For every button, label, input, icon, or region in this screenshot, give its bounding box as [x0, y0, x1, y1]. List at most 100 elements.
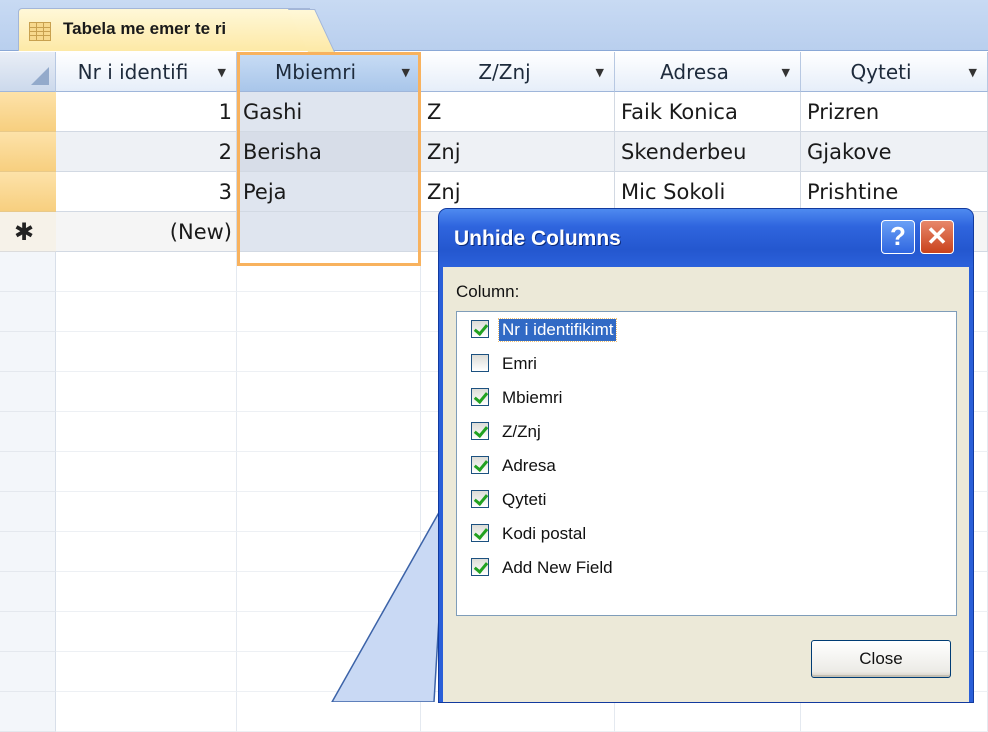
- checkbox[interactable]: [471, 524, 489, 542]
- help-button[interactable]: ?: [881, 220, 915, 254]
- select-all-corner[interactable]: [0, 52, 56, 92]
- empty-record-selector: [0, 492, 56, 532]
- item-label: Add New Field: [502, 558, 613, 577]
- column-header-mbiemri[interactable]: Mbiemri ▼: [237, 52, 421, 92]
- empty-record-selector: [0, 332, 56, 372]
- unhide-columns-dialog: Unhide Columns ? ✕ Column: Nr i identifi…: [439, 209, 973, 702]
- empty-cell: [56, 532, 237, 572]
- table-cell[interactable]: Z: [421, 92, 615, 132]
- empty-cell: [237, 252, 421, 292]
- dialog-body: Column: Nr i identifikimt Emri Mbiemri Z…: [443, 267, 969, 702]
- checkbox[interactable]: [471, 320, 489, 338]
- item-label: Adresa: [502, 456, 556, 475]
- table-cell[interactable]: Znj: [421, 172, 615, 212]
- column-header-qyteti[interactable]: Qyteti ▼: [801, 52, 988, 92]
- checkbox[interactable]: [471, 490, 489, 508]
- empty-cell: [56, 252, 237, 292]
- empty-cell: [237, 652, 421, 692]
- empty-cell: [237, 612, 421, 652]
- new-record-placeholder: (New): [169, 220, 232, 244]
- empty-cell: [237, 372, 421, 412]
- dropdown-arrow-icon[interactable]: ▼: [596, 66, 604, 79]
- table-cell[interactable]: Znj: [421, 132, 615, 172]
- cell-text: Faik Konica: [621, 100, 738, 124]
- item-label: Z/Znj: [502, 422, 541, 441]
- table-tab[interactable]: Tabela me emer te ri: [18, 8, 310, 51]
- table-cell[interactable]: 3: [56, 172, 237, 212]
- table-cell[interactable]: Peja: [237, 172, 421, 212]
- checkbox[interactable]: [471, 558, 489, 576]
- empty-cell: [237, 332, 421, 372]
- column-checklist[interactable]: Nr i identifikimt Emri Mbiemri Z/Znj Adr…: [456, 311, 957, 616]
- table-cell[interactable]: [237, 212, 421, 252]
- checkbox[interactable]: [471, 456, 489, 474]
- dialog-title-bar[interactable]: Unhide Columns ? ✕: [439, 209, 973, 267]
- table-cell[interactable]: Prishtine: [801, 172, 988, 212]
- table-cell[interactable]: Mic Sokoli: [615, 172, 801, 212]
- column-header-adresa[interactable]: Adresa ▼: [615, 52, 801, 92]
- empty-cell: [56, 332, 237, 372]
- empty-cell: [237, 532, 421, 572]
- empty-record-selector: [0, 572, 56, 612]
- empty-cell: [237, 692, 421, 732]
- empty-cell: [237, 572, 421, 612]
- cell-text: Berisha: [243, 140, 322, 164]
- column-header-label: Adresa: [660, 60, 729, 84]
- close-button[interactable]: Close: [811, 640, 951, 678]
- empty-record-selector: [0, 652, 56, 692]
- column-header-label: Nr i identifi: [77, 60, 189, 84]
- dropdown-arrow-icon[interactable]: ▼: [782, 66, 790, 79]
- column-header-z-znj[interactable]: Z/Znj ▼: [421, 52, 615, 92]
- column-list-label: Column:: [456, 282, 520, 301]
- column-header-id[interactable]: Nr i identifi ▼: [56, 52, 237, 92]
- record-selector[interactable]: [0, 172, 56, 212]
- item-label: Qyteti: [502, 490, 547, 509]
- empty-cell: [56, 612, 237, 652]
- dropdown-arrow-icon[interactable]: ▼: [402, 66, 410, 79]
- table-cell[interactable]: Skenderbeu: [615, 132, 801, 172]
- empty-record-selector: [0, 612, 56, 652]
- table-tab-label: Tabela me emer te ri: [63, 19, 227, 38]
- table-cell[interactable]: (New): [56, 212, 237, 252]
- empty-cell: [56, 652, 237, 692]
- table-cell[interactable]: Faik Konica: [615, 92, 801, 132]
- empty-cell: [237, 452, 421, 492]
- empty-cell: [56, 372, 237, 412]
- empty-cell: [56, 572, 237, 612]
- table-cell[interactable]: Berisha: [237, 132, 421, 172]
- empty-record-selector: [0, 452, 56, 492]
- item-label: Kodi postal: [502, 524, 587, 543]
- empty-cell: [56, 692, 237, 732]
- record-selector[interactable]: [0, 92, 56, 132]
- column-header-label: Z/Znj: [478, 60, 531, 84]
- checkbox[interactable]: [471, 422, 489, 440]
- table-cell[interactable]: 1: [56, 92, 237, 132]
- dropdown-arrow-icon[interactable]: ▼: [218, 66, 226, 79]
- cell-text: Gjakove: [807, 140, 892, 164]
- empty-cell: [237, 412, 421, 452]
- item-label: Mbiemri: [502, 388, 563, 407]
- new-record-selector[interactable]: ✱: [0, 212, 56, 252]
- column-header-label: Mbiemri: [274, 60, 357, 84]
- empty-cell: [237, 292, 421, 332]
- empty-cell: [56, 412, 237, 452]
- dropdown-arrow-icon[interactable]: ▼: [969, 66, 977, 79]
- table-icon: [29, 22, 51, 41]
- checkbox[interactable]: [471, 354, 489, 372]
- table-cell[interactable]: Gjakove: [801, 132, 988, 172]
- checkbox[interactable]: [471, 388, 489, 406]
- close-icon[interactable]: ✕: [920, 220, 954, 254]
- cell-text: 3: [218, 180, 232, 204]
- cell-text: 1: [218, 100, 232, 124]
- record-selector[interactable]: [0, 132, 56, 172]
- column-header-label: Qyteti: [850, 60, 912, 84]
- table-cell[interactable]: 2: [56, 132, 237, 172]
- table-cell[interactable]: Prizren: [801, 92, 988, 132]
- cell-text: 2: [218, 140, 232, 164]
- table-cell[interactable]: Gashi: [237, 92, 421, 132]
- cell-text: Gashi: [243, 100, 303, 124]
- dialog-title: Unhide Columns: [454, 227, 621, 250]
- cell-text: Znj: [427, 180, 461, 204]
- cell-text: Znj: [427, 140, 461, 164]
- empty-record-selector: [0, 692, 56, 732]
